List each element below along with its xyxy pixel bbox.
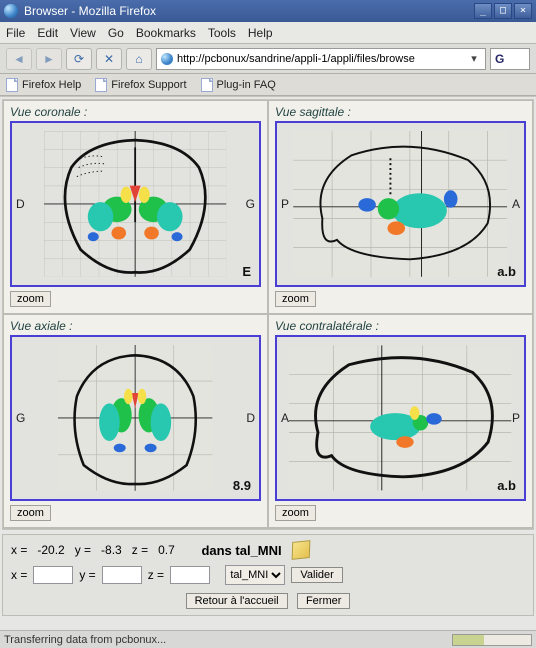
view-title: Vue axiale : [10,319,261,333]
menu-tools[interactable]: Tools [208,26,236,40]
window-maximize-button[interactable]: □ [494,3,512,19]
menu-edit[interactable]: Edit [37,26,58,40]
nav-toolbar: ◄ ► ⟳ ✕ ⌂ http://pcbonux/sandrine/appli-… [0,44,536,74]
menubar: File Edit View Go Bookmarks Tools Help [0,22,536,44]
zoom-button[interactable]: zoom [275,505,316,521]
coord-x-label: x = [11,543,27,557]
brain-figure-coronale: D G E [10,121,261,287]
retour-button[interactable]: Retour à l'accueil [186,593,288,609]
view-title: Vue contralatérale : [275,319,526,333]
menu-bookmarks[interactable]: Bookmarks [136,26,196,40]
zoom-button[interactable]: zoom [10,505,51,521]
valider-button[interactable]: Valider [291,567,342,583]
brain-svg [24,131,246,277]
slice-label: a.b [497,264,516,279]
forward-button[interactable]: ► [36,48,62,70]
window-title: Browser - Mozilla Firefox [24,4,474,18]
progress-bar [452,634,532,646]
brain-svg [24,345,246,491]
menu-go[interactable]: Go [108,26,124,40]
search-engine-icon: G [495,52,504,66]
side-label-right: G [246,197,255,211]
page-icon [6,78,18,92]
space-select[interactable]: tal_MNI [225,565,285,585]
brain-figure-sagittale: P A a.b [275,121,526,287]
search-box[interactable]: G [490,48,530,70]
url-bar[interactable]: http://pcbonux/sandrine/appli-1/appli/fi… [156,48,486,70]
coord-x-value: -20.2 [37,543,64,557]
input-x[interactable] [33,566,73,584]
view-coronale: Vue coronale : D G E [3,100,268,314]
menu-view[interactable]: View [70,26,96,40]
reload-button[interactable]: ⟳ [66,48,92,70]
bookmark-plugin-faq[interactable]: Plug-in FAQ [201,78,276,92]
view-title: Vue coronale : [10,105,261,119]
side-label-left: D [16,197,25,211]
url-dropdown-icon[interactable]: ▾ [467,52,481,65]
menu-help[interactable]: Help [248,26,273,40]
input-x-label: x = [11,568,27,582]
window-minimize-button[interactable]: _ [474,3,492,19]
brain-svg [289,345,511,491]
side-label-right: D [246,411,255,425]
statusbar: Transferring data from pcbonux... [0,630,536,648]
bookmark-label: Firefox Help [22,79,81,91]
fermer-button[interactable]: Fermer [297,593,350,609]
input-y[interactable] [102,566,142,584]
window-close-button[interactable]: × [514,3,532,19]
side-label-left: P [281,197,289,211]
window-titlebar: Browser - Mozilla Firefox _ □ × [0,0,536,22]
page-icon [161,53,173,65]
space-label: tal_MNI [235,543,281,558]
side-label-left: G [16,411,25,425]
bookmark-firefox-support[interactable]: Firefox Support [95,78,186,92]
slice-label: E [242,264,251,279]
slice-label: 8.9 [233,478,251,493]
input-z-label: z = [148,568,164,582]
bookmark-label: Firefox Support [111,79,186,91]
view-axiale: Vue axiale : G D 8.9 [3,314,268,528]
page-content: Vue coronale : D G E [0,96,536,630]
input-z[interactable] [170,566,210,584]
input-y-label: y = [79,568,95,582]
brain-figure-axiale: G D 8.9 [10,335,261,501]
bookmark-firefox-help[interactable]: Firefox Help [6,78,81,92]
brain-figure-contralaterale: A P a.b [275,335,526,501]
firefox-globe-icon [4,4,18,18]
dans-label: dans [201,543,231,558]
bookmark-label: Plug-in FAQ [217,79,276,91]
status-text: Transferring data from pcbonux... [4,634,166,646]
side-label-right: P [512,411,520,425]
zoom-button[interactable]: zoom [10,291,51,307]
coord-y-value: -8.3 [101,543,122,557]
page-icon [95,78,107,92]
url-text: http://pcbonux/sandrine/appli-1/appli/fi… [177,53,467,65]
view-contralaterale: Vue contralatérale : A P a.b [268,314,533,528]
bookmarks-toolbar: Firefox Help Firefox Support Plug-in FAQ [0,74,536,96]
slice-label: a.b [497,478,516,493]
stop-button[interactable]: ✕ [96,48,122,70]
zoom-button[interactable]: zoom [275,291,316,307]
brain-svg [289,131,511,277]
page-icon [201,78,213,92]
side-label-right: A [512,197,520,211]
back-button[interactable]: ◄ [6,48,32,70]
coord-z-value: 0.7 [158,543,175,557]
coord-z-label: z = [132,543,148,557]
note-icon[interactable] [291,540,310,560]
side-label-left: A [281,411,289,425]
coords-panel: x = -20.2 y = -8.3 z = 0.7 dans tal_MNI … [2,534,534,616]
coord-y-label: y = [75,543,91,557]
view-title: Vue sagittale : [275,105,526,119]
menu-file[interactable]: File [6,26,25,40]
view-sagittale: Vue sagittale : P A a.b [268,100,533,314]
home-button[interactable]: ⌂ [126,48,152,70]
